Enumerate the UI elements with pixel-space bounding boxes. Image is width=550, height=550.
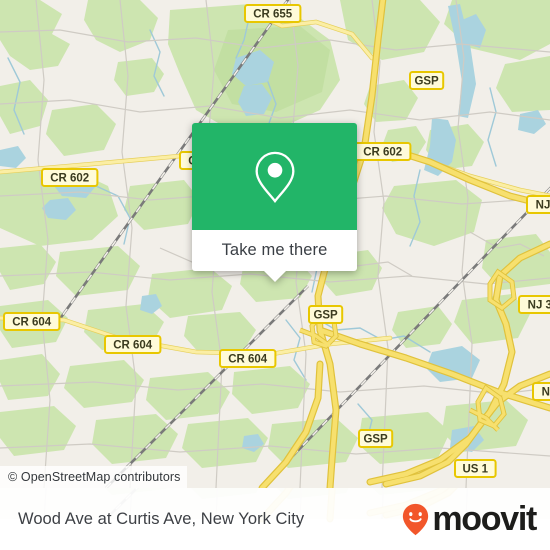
map-pin-icon: [255, 151, 294, 203]
moovit-logo[interactable]: moovit: [402, 500, 537, 538]
take-me-there-label: Take me there: [221, 241, 328, 259]
road-shield: CR 602: [354, 142, 412, 161]
popup-pin-panel: [192, 123, 357, 230]
svg-text:US 1: US 1: [463, 464, 489, 476]
svg-text:NJ 35: NJ 35: [536, 200, 550, 212]
road-shield: CR 604: [3, 312, 61, 331]
road-shield: CR 655: [244, 4, 302, 23]
svg-text:GSP: GSP: [414, 76, 439, 88]
svg-text:GSP: GSP: [313, 310, 338, 322]
popup-action-bar[interactable]: Take me there: [192, 230, 357, 282]
road-shield: US 1: [454, 459, 497, 478]
moovit-smiley-pin-icon: [403, 503, 429, 535]
osm-attribution[interactable]: © OpenStreetMap contributors: [0, 466, 187, 488]
svg-text:CR 602: CR 602: [363, 147, 402, 159]
svg-text:CR 604: CR 604: [113, 340, 153, 352]
svg-text:CR 655: CR 655: [253, 9, 293, 21]
road-shield: CR 602: [41, 168, 99, 187]
road-shield: NJ 35: [518, 295, 550, 314]
svg-text:CR 602: CR 602: [50, 173, 89, 185]
svg-text:NJ 27: NJ 27: [542, 387, 550, 399]
road-shield: GSP: [358, 429, 394, 448]
road-shield: CR 604: [104, 335, 162, 354]
svg-text:CR 604: CR 604: [12, 317, 52, 329]
footer-bar: Wood Ave at Curtis Ave, New York City mo…: [0, 488, 550, 550]
svg-text:CR 604: CR 604: [228, 354, 268, 366]
svg-text:GSP: GSP: [363, 434, 388, 446]
station-name: Wood Ave at Curtis Ave, New York City: [18, 509, 305, 528]
road-shield: GSP: [308, 305, 344, 324]
road-shield: NJ 27: [532, 382, 550, 401]
moovit-station-map-screenshot: CR 655GSPCR 602CR 602CR 602NJ 35GSPNJ 35…: [0, 0, 550, 550]
road-shield: NJ 35: [526, 195, 550, 214]
popup-tail: [262, 270, 287, 282]
road-shield: CR 604: [219, 349, 277, 368]
road-shield: GSP: [409, 71, 445, 90]
moovit-wordmark: moovit: [432, 500, 537, 538]
take-me-there-popup[interactable]: Take me there: [192, 123, 357, 282]
svg-text:NJ 35: NJ 35: [528, 300, 550, 312]
